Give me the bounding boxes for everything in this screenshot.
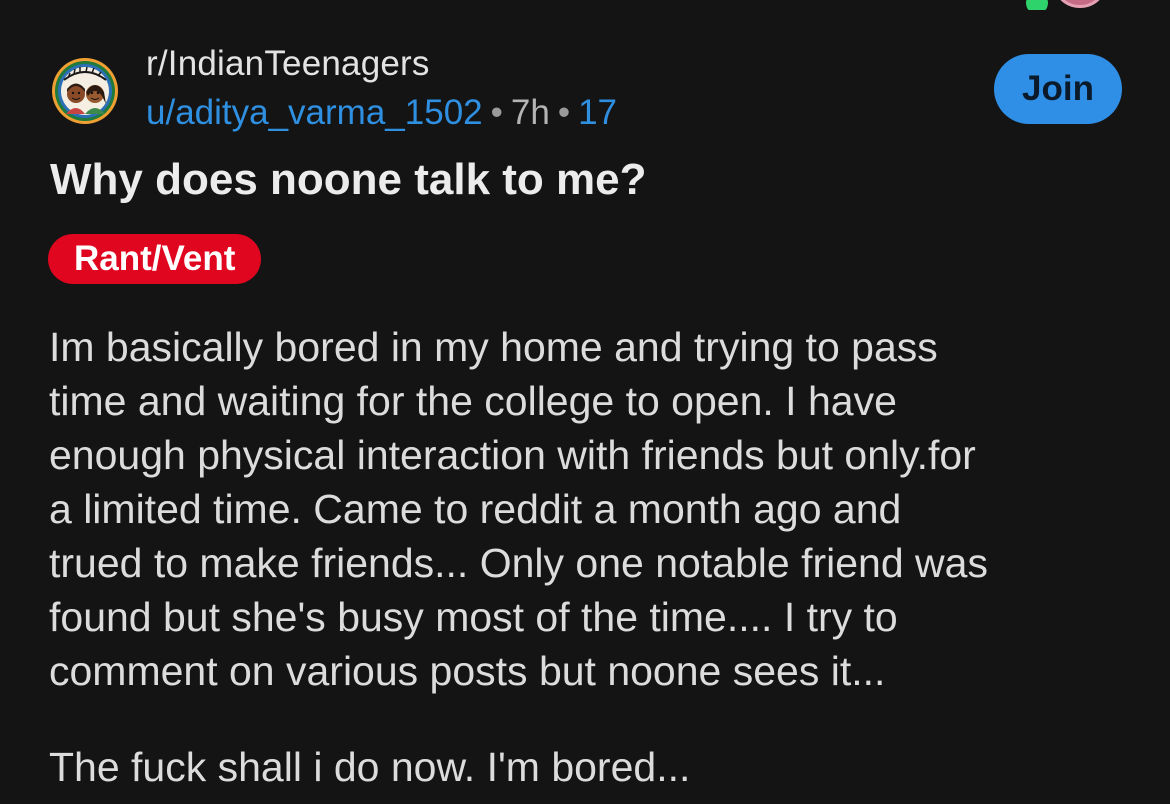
body-line: time and waiting for the college to open… bbox=[49, 378, 897, 424]
avatar-image bbox=[1052, 0, 1108, 8]
post-age: 7h bbox=[510, 93, 550, 132]
body-line: a limited time. Came to reddit a month a… bbox=[49, 486, 902, 532]
body-line: found but she's busy most of the time...… bbox=[49, 594, 898, 640]
body-paragraph: Im basically bored in my home and trying… bbox=[49, 320, 1139, 698]
online-status-dot bbox=[1026, 0, 1048, 10]
post-flair[interactable]: Rant/Vent bbox=[48, 234, 262, 284]
subreddit-icon[interactable] bbox=[50, 56, 120, 126]
meta-separator: • bbox=[490, 93, 503, 132]
join-button[interactable]: Join bbox=[994, 54, 1122, 124]
post-meta: r/IndianTeenagers u/aditya_varma_1502 • 7h… bbox=[146, 42, 617, 136]
body-line: trued to make friends... Only one notabl… bbox=[49, 540, 988, 586]
post-title: Why does noone talk to me? bbox=[50, 155, 647, 204]
post-count: 17 bbox=[578, 93, 618, 132]
meta-separator: • bbox=[557, 93, 571, 132]
subreddit-name[interactable]: r/IndianTeenagers bbox=[146, 42, 617, 86]
body-line: The fuck shall i do now. I'm bored... bbox=[49, 744, 691, 790]
user-avatar[interactable] bbox=[1022, 0, 1118, 10]
post-body: Im basically bored in my home and trying… bbox=[49, 320, 1139, 794]
body-paragraph: The fuck shall i do now. I'm bored... bbox=[49, 740, 1139, 794]
post-meta-line: u/aditya_varma_1502 • 7h • 17 bbox=[146, 90, 617, 136]
body-line: Im basically bored in my home and trying… bbox=[49, 324, 938, 370]
body-line: enough physical interaction with friends… bbox=[49, 432, 976, 478]
author-username[interactable]: u/aditya_varma_1502 bbox=[146, 93, 483, 132]
body-line: comment on various posts but noone sees … bbox=[49, 648, 886, 694]
